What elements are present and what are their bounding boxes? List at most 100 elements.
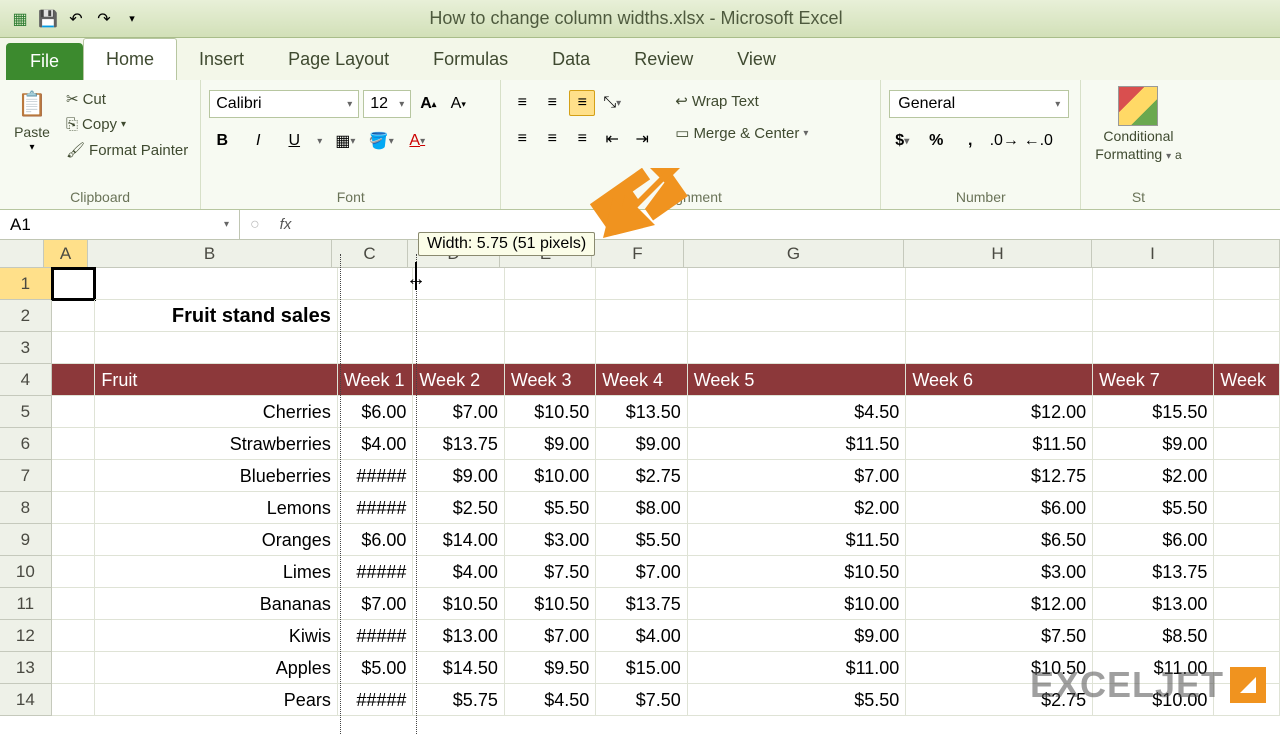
cell[interactable]: $11.50 [906, 428, 1093, 460]
cell[interactable]: $4.00 [596, 620, 687, 652]
cut-button[interactable]: ✂ Cut [62, 88, 192, 110]
table-header-cell[interactable]: Fruit [95, 364, 337, 396]
cell[interactable] [52, 428, 96, 460]
cell[interactable]: ##### [338, 620, 414, 652]
comma-style-button[interactable]: , [957, 128, 983, 154]
save-icon[interactable]: 💾 [36, 7, 60, 31]
cell[interactable]: $9.00 [1093, 428, 1214, 460]
table-header-cell[interactable] [52, 364, 96, 396]
cell[interactable]: $10.50 [413, 588, 504, 620]
table-header-cell[interactable]: Week 5 [688, 364, 907, 396]
cell[interactable] [413, 332, 504, 364]
cell[interactable]: $10.00 [505, 460, 596, 492]
percent-button[interactable]: % [923, 128, 949, 154]
cell[interactable]: $6.00 [338, 524, 414, 556]
cell[interactable] [52, 652, 96, 684]
tab-page-layout[interactable]: Page Layout [266, 39, 411, 80]
cell[interactable]: $7.00 [688, 460, 907, 492]
cell[interactable] [1214, 428, 1280, 460]
cell[interactable] [1214, 620, 1280, 652]
cell[interactable]: $6.00 [1093, 524, 1214, 556]
cell[interactable]: Kiwis [95, 620, 337, 652]
cell[interactable]: $13.00 [1093, 588, 1214, 620]
cell[interactable] [338, 332, 414, 364]
cell[interactable]: $2.00 [1093, 460, 1214, 492]
cell[interactable]: ##### [338, 492, 414, 524]
borders-button[interactable]: ▦▾ [332, 128, 358, 154]
cell[interactable]: $14.50 [413, 652, 504, 684]
table-header-cell[interactable]: Week [1214, 364, 1280, 396]
cell[interactable]: $7.50 [596, 684, 687, 716]
cell[interactable] [95, 268, 337, 300]
cell[interactable]: $12.75 [906, 460, 1093, 492]
cell[interactable] [52, 684, 96, 716]
align-right-icon[interactable]: ≡ [569, 126, 595, 152]
table-header-cell[interactable]: Week 1 [338, 364, 414, 396]
fill-color-button[interactable]: 🪣▾ [368, 128, 394, 154]
column-header-H[interactable]: H [904, 240, 1092, 268]
cell[interactable]: $15.00 [596, 652, 687, 684]
row-header-2[interactable]: 2 [0, 300, 52, 332]
align-center-icon[interactable]: ≡ [539, 126, 565, 152]
cell[interactable]: $5.00 [338, 652, 414, 684]
copy-button[interactable]: ⎘ Copy ▾ [62, 114, 192, 135]
cell[interactable]: Blueberries [95, 460, 337, 492]
cell[interactable]: $6.00 [338, 396, 414, 428]
underline-button[interactable]: U [281, 128, 307, 154]
italic-button[interactable]: I [245, 128, 271, 154]
cell[interactable]: $13.75 [596, 588, 687, 620]
row-header-10[interactable]: 10 [0, 556, 52, 588]
cell[interactable]: Apples [95, 652, 337, 684]
cell[interactable]: $7.50 [505, 556, 596, 588]
cell[interactable] [52, 492, 96, 524]
cell[interactable]: Bananas [95, 588, 337, 620]
cell[interactable]: $9.00 [413, 460, 504, 492]
cell[interactable]: $7.00 [413, 396, 504, 428]
row-header-8[interactable]: 8 [0, 492, 52, 524]
decrease-decimal-icon[interactable]: ←.0 [1025, 128, 1051, 154]
cell[interactable]: $2.75 [596, 460, 687, 492]
cell[interactable]: $5.50 [596, 524, 687, 556]
cell[interactable] [688, 300, 907, 332]
cell[interactable] [1214, 268, 1280, 300]
cell[interactable] [1214, 332, 1280, 364]
cell[interactable] [906, 300, 1093, 332]
decrease-font-icon[interactable]: A▾ [445, 91, 471, 117]
format-painter-button[interactable]: 🖌 Format Painter [62, 139, 192, 161]
select-all-corner[interactable] [0, 240, 44, 268]
cell[interactable] [95, 332, 337, 364]
font-color-button[interactable]: A▾ [404, 128, 430, 154]
cell[interactable] [1093, 332, 1214, 364]
cell[interactable]: $4.50 [688, 396, 907, 428]
cell[interactable] [596, 300, 687, 332]
cell[interactable]: $13.75 [1093, 556, 1214, 588]
table-header-cell[interactable]: Week 4 [596, 364, 687, 396]
column-header-I[interactable]: I [1092, 240, 1214, 268]
column-header-A[interactable]: A [44, 240, 88, 268]
orientation-button[interactable]: ⤡▾ [599, 90, 625, 116]
row-header-3[interactable]: 3 [0, 332, 52, 364]
cell[interactable]: $2.50 [413, 492, 504, 524]
tab-home[interactable]: Home [83, 38, 177, 80]
cell[interactable]: $13.50 [596, 396, 687, 428]
cancel-icon[interactable]: ○ [250, 216, 260, 234]
cell[interactable]: $5.75 [413, 684, 504, 716]
cell[interactable]: $11.00 [688, 652, 907, 684]
cell[interactable]: $5.50 [1093, 492, 1214, 524]
cell[interactable]: $7.00 [505, 620, 596, 652]
tab-review[interactable]: Review [612, 39, 715, 80]
cell[interactable]: Lemons [95, 492, 337, 524]
number-format-select[interactable]: General▾ [889, 90, 1069, 118]
table-header-cell[interactable]: Week 6 [906, 364, 1093, 396]
table-header-cell[interactable]: Week 7 [1093, 364, 1214, 396]
decrease-indent-icon[interactable]: ⇤ [599, 126, 625, 152]
align-top-icon[interactable]: ≡ [509, 90, 535, 116]
cell[interactable] [1214, 492, 1280, 524]
cell[interactable] [505, 300, 596, 332]
cell[interactable]: $7.50 [906, 620, 1093, 652]
cell[interactable] [688, 332, 907, 364]
cell[interactable] [338, 300, 414, 332]
row-header-11[interactable]: 11 [0, 588, 52, 620]
row-header-14[interactable]: 14 [0, 684, 52, 716]
cell[interactable]: Cherries [95, 396, 337, 428]
